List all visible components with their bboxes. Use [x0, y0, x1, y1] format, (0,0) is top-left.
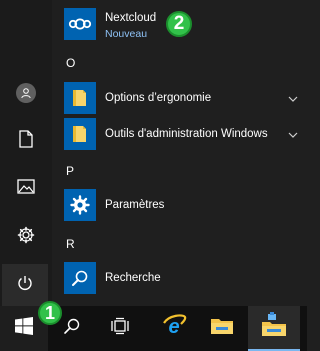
documents-icon: [19, 129, 33, 153]
internet-explorer-icon: e: [161, 313, 187, 344]
windows-start-icon: [15, 317, 33, 340]
settings-icon: [17, 226, 35, 249]
search-icon: [64, 262, 96, 294]
chevron-down-icon[interactable]: [287, 94, 299, 104]
new-app-label: Nouveau: [105, 28, 148, 40]
group-letter-p[interactable]: P: [66, 164, 74, 178]
app-item-outils-administration[interactable]: Outils d'administration Windows: [52, 118, 307, 154]
app-name-parametres: Paramètres: [105, 199, 165, 211]
chevron-down-icon[interactable]: [287, 130, 299, 140]
group-letter-r[interactable]: R: [66, 237, 75, 251]
start-menu-rail: [0, 0, 52, 306]
search-icon: [63, 317, 81, 340]
app-name-recherche: Recherche: [105, 272, 161, 284]
gear-icon: [64, 189, 96, 221]
app-item-recherche[interactable]: Recherche: [52, 262, 307, 298]
power-icon: [16, 274, 34, 297]
settings-button[interactable]: [4, 217, 48, 257]
app-list: Nextcloud Nouveau O Options d’ergonomie: [52, 0, 307, 306]
app-name-nextcloud: Nextcloud: [105, 12, 157, 24]
documents-button[interactable]: [4, 121, 48, 161]
power-button[interactable]: [2, 264, 48, 306]
nextcloud-icon: [64, 8, 96, 40]
internet-explorer-button[interactable]: e: [152, 306, 196, 351]
app-item-options-ergonomie[interactable]: Options d’ergonomie: [52, 82, 307, 118]
annotation-badge-1: 1: [38, 301, 62, 325]
file-explorer-icon: [210, 316, 234, 341]
svg-text:e: e: [168, 316, 179, 338]
annotation-badge-2: 2: [166, 11, 192, 37]
group-letter-o[interactable]: O: [66, 56, 75, 70]
folder-icon: [64, 118, 96, 150]
user-account-button[interactable]: [4, 73, 48, 113]
task-view-button[interactable]: [100, 306, 140, 351]
user-avatar-icon: [16, 83, 36, 103]
app-item-parametres[interactable]: Paramètres: [52, 189, 307, 225]
pictures-button[interactable]: [4, 169, 48, 209]
file-manager-app-button[interactable]: [248, 306, 300, 351]
task-view-icon: [110, 317, 130, 340]
folder-icon: [64, 82, 96, 114]
file-explorer-button[interactable]: [200, 306, 244, 351]
file-manager-app-icon: [260, 311, 288, 344]
app-name-options-ergonomie: Options d’ergonomie: [105, 92, 212, 104]
app-name-outils-administration: Outils d'administration Windows: [105, 128, 268, 140]
pictures-icon: [17, 179, 35, 199]
start-menu: Nextcloud Nouveau O Options d’ergonomie: [0, 0, 307, 306]
